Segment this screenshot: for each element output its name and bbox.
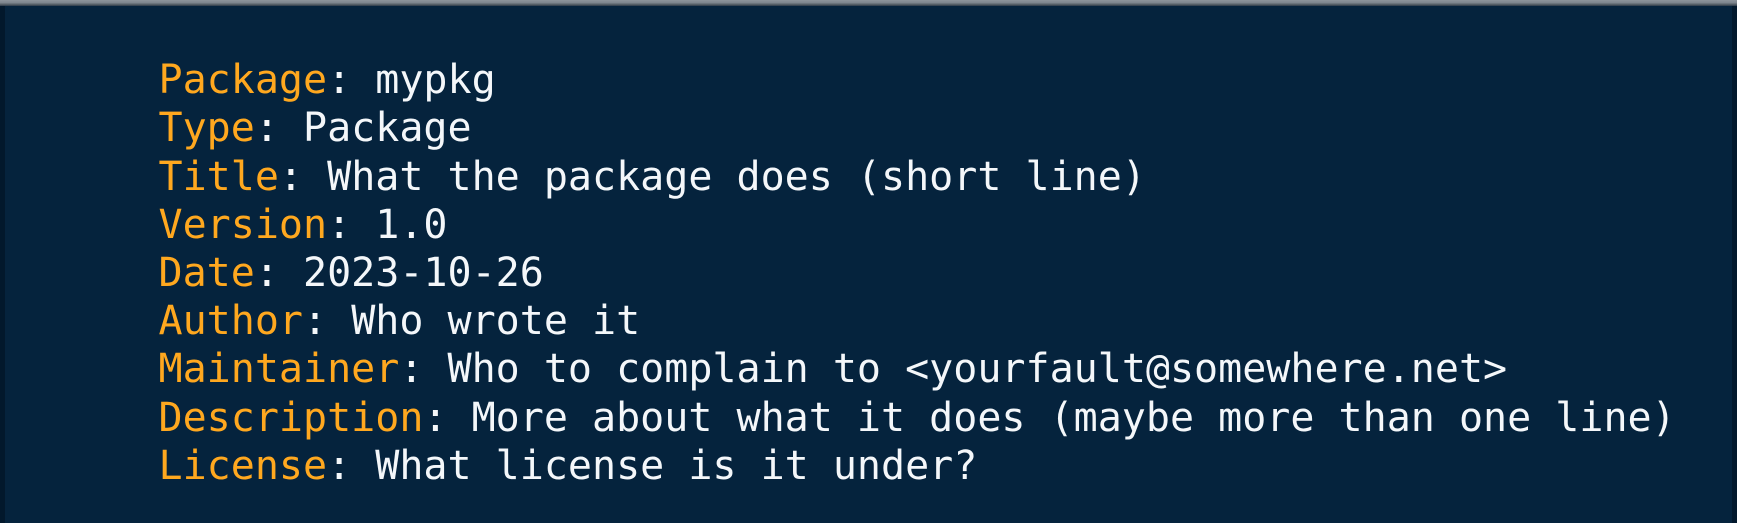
field-value-text: Who to complain to <yourfault@somewhere.… [447,346,1508,393]
colon-separator: : [423,394,448,441]
field-value: What the package does (short line) [303,154,1146,200]
field-value-text: 2023-10-26 [303,249,544,296]
colon-separator: : [327,201,352,248]
colon-separator: : [254,249,279,296]
colon-separator: : [327,57,352,104]
field-value-text: 1.0 [375,201,448,248]
field-value-text: More about what it does (maybe more than… [471,394,1676,441]
field-key: Maintainer [158,346,400,393]
field-key: Author [158,298,304,345]
field-key: Version [158,201,328,248]
colon-separator: : [327,442,352,489]
field-key: Date [158,249,255,296]
code-line[interactable]: Package: mypkg [14,8,1732,103]
field-value: Who to complain to <yourfault@somewhere.… [423,346,1508,393]
colon-separator: : [278,153,304,200]
field-value-text: Who wrote it [351,298,641,345]
field-value: mypkg [351,57,496,104]
field-value: What license is it under? [351,443,977,489]
field-key: Package [158,57,328,104]
colon-separator: : [303,298,328,345]
field-value-text: What the package does (short line) [327,153,1146,200]
colon-separator: : [399,346,424,393]
description-file-content[interactable]: Package: mypkg Type: Package Title: What… [5,6,1732,523]
field-value: 2023-10-26 [279,250,544,296]
field-key: Description [158,394,424,441]
field-value-text: mypkg [375,57,496,104]
terminal-window: Package: mypkg Type: Package Title: What… [0,0,1737,523]
field-value-text: Package [303,105,472,152]
field-value: More about what it does (maybe more than… [448,395,1676,441]
field-key: Type [158,105,255,152]
window-right-edge [1732,6,1737,523]
colon-separator: : [254,105,279,152]
field-key: License [158,442,328,489]
field-value: Package [279,105,472,151]
field-value-text: What license is it under? [375,442,978,489]
field-value: Who wrote it [327,298,640,344]
field-key: Title [158,153,279,200]
field-value: 1.0 [351,202,447,248]
